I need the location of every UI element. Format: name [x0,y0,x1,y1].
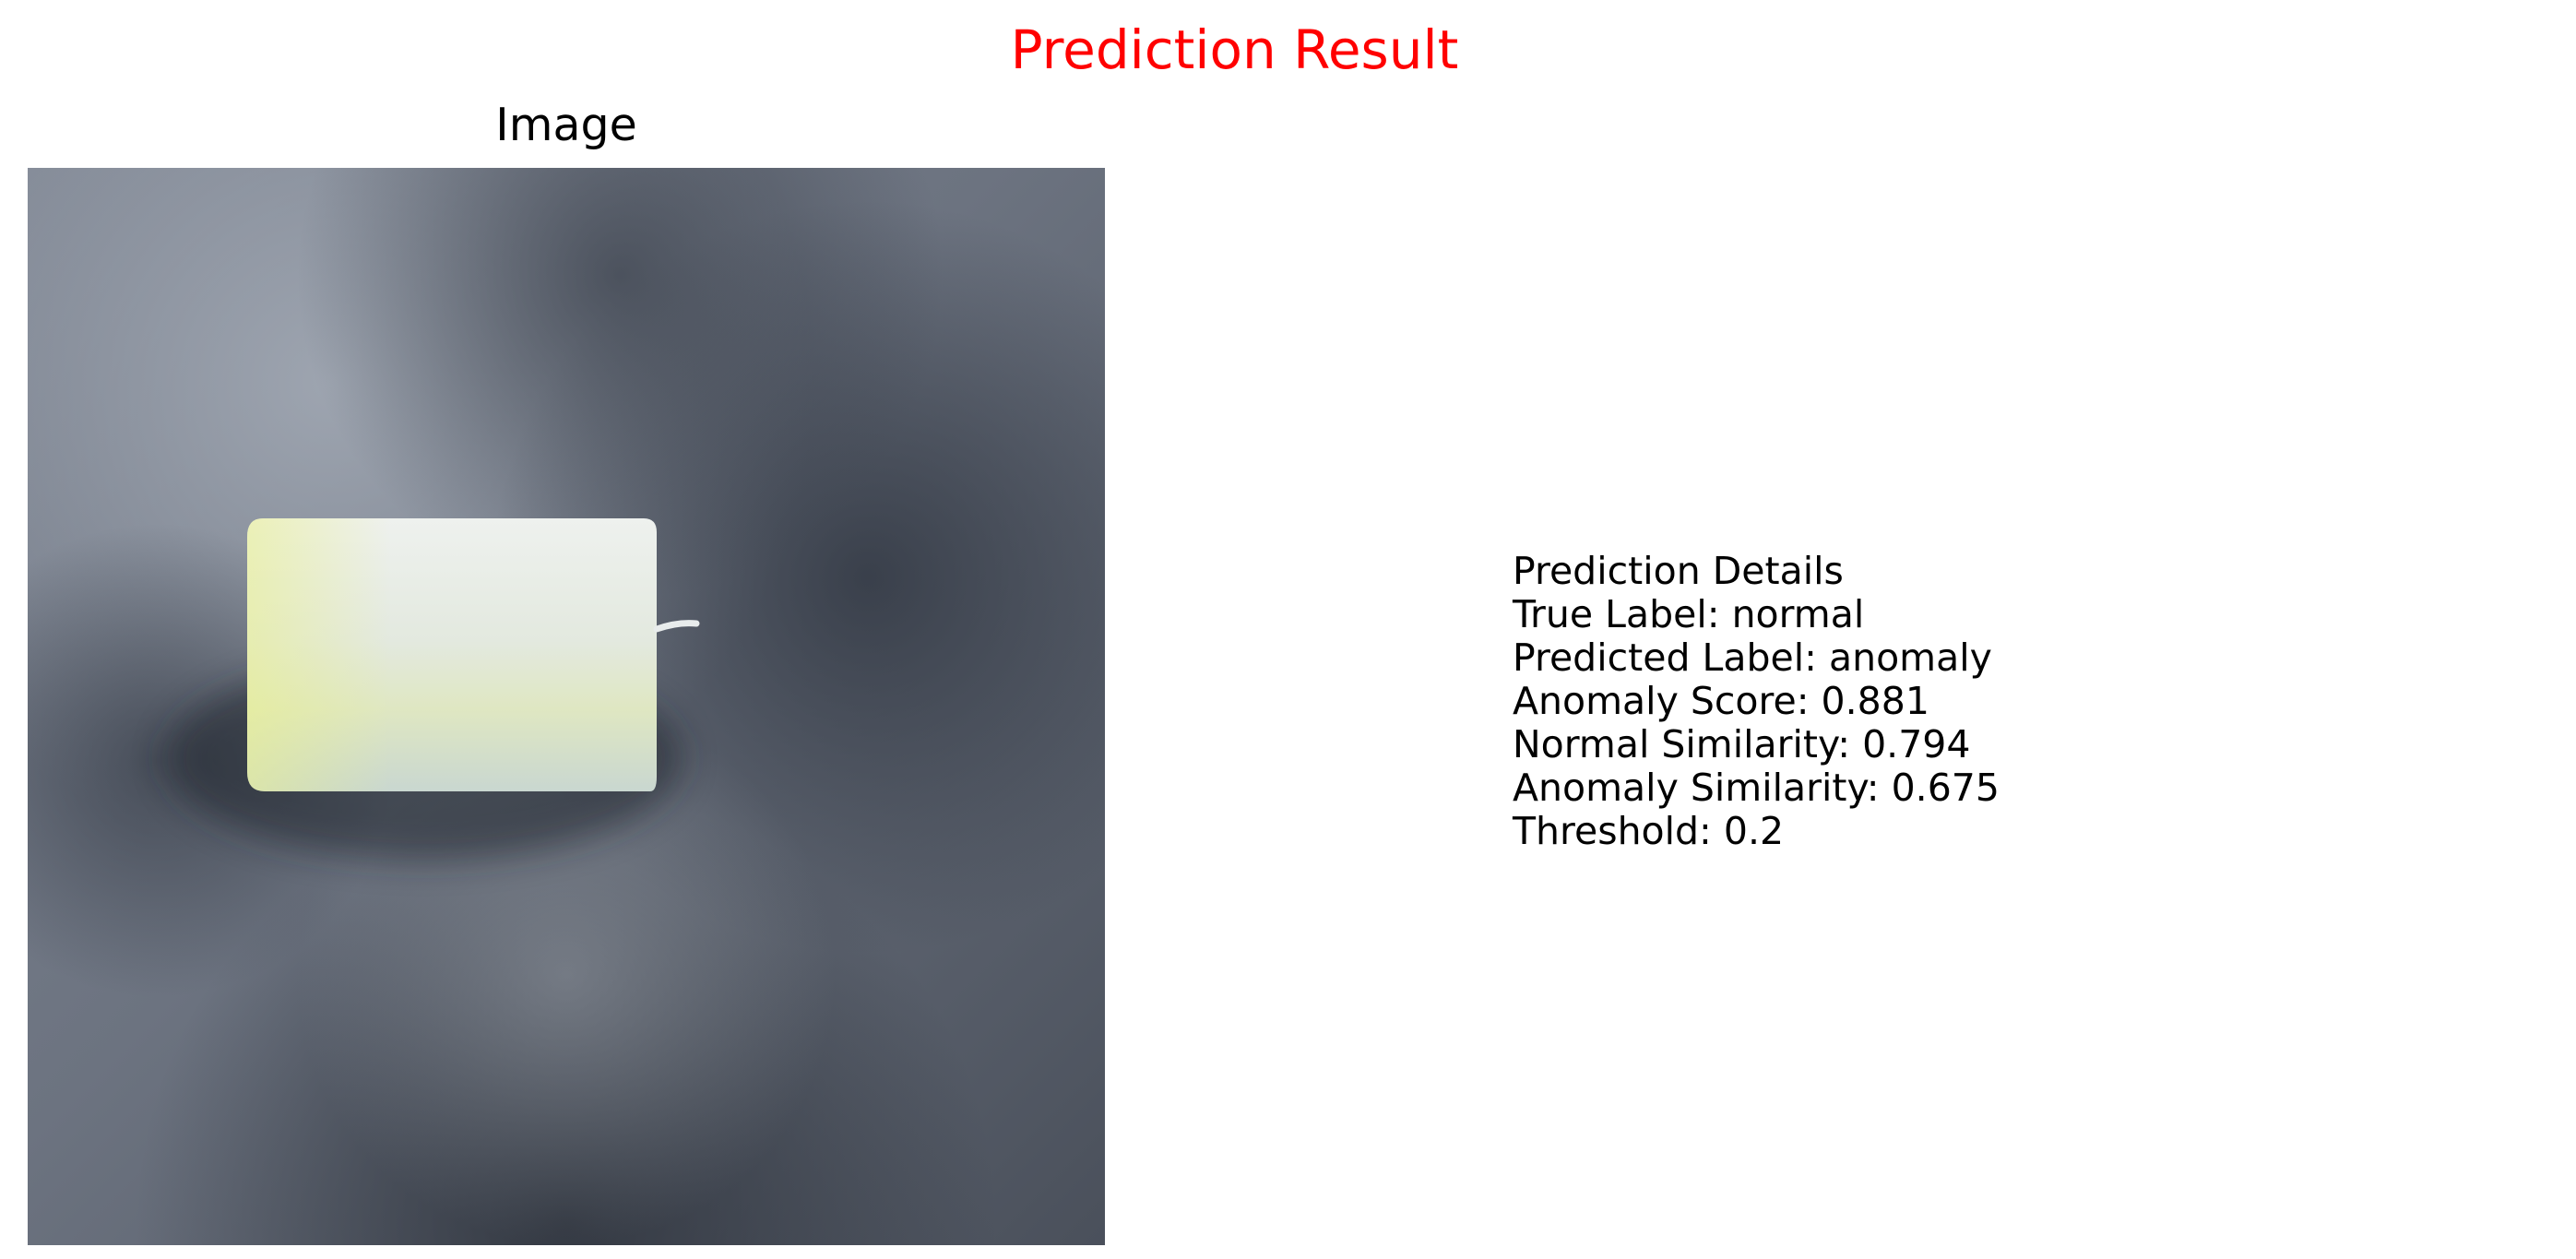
anomaly-score: Anomaly Score: 0.881 [1513,679,1929,723]
normal-similarity: Normal Similarity: 0.794 [1513,722,1971,766]
figure-title: Prediction Result [1010,18,1459,81]
predicted-label: Predicted Label: anomaly [1513,635,1992,680]
anomaly-similarity: Anomaly Similarity: 0.675 [1513,766,2000,810]
image-panel-title: Image [495,99,637,151]
prediction-details: Prediction Details True Label: normal Pr… [1513,550,2000,853]
candle-photo [28,168,1105,1245]
true-label: True Label: normal [1513,592,1865,636]
threshold: Threshold: 0.2 [1513,809,1785,853]
details-heading: Prediction Details [1513,549,1844,593]
